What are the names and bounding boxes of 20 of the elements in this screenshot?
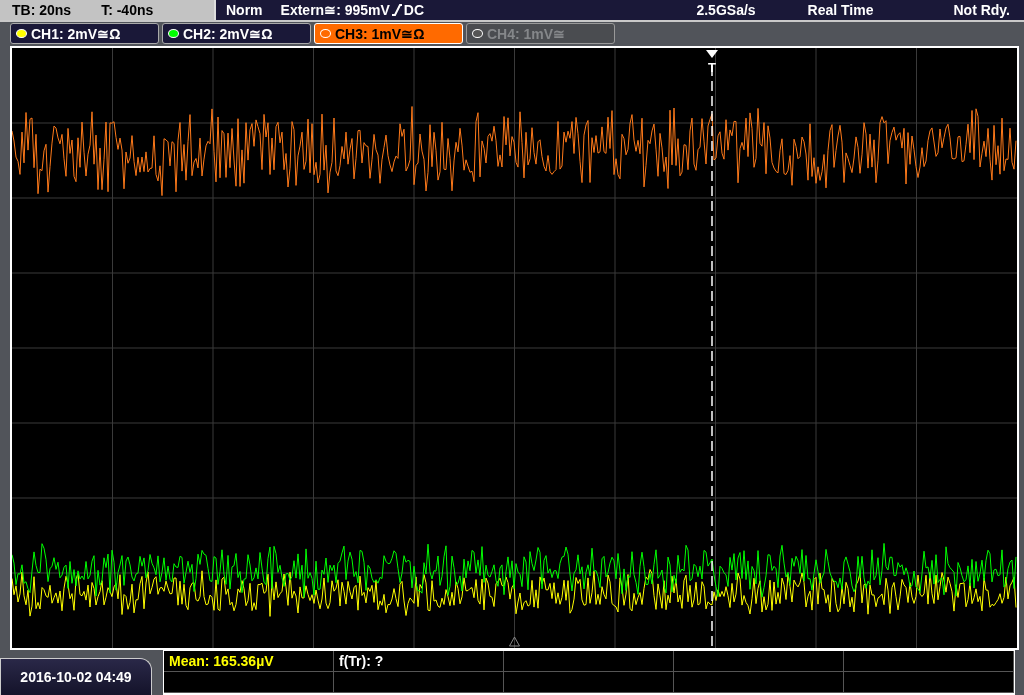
acquisition-status: Not Rdy. bbox=[953, 2, 1010, 18]
trigger-coupling: DC bbox=[403, 2, 425, 18]
trigger-marker-label: T bbox=[708, 60, 716, 75]
measurement-result: Mean: 165.36µV bbox=[169, 653, 274, 669]
channel-tab[interactable]: CH3: 1mV≅Ω bbox=[314, 23, 463, 44]
acquisition-mode: Real Time bbox=[807, 2, 874, 18]
trigger-panel[interactable]: Norm Extern≅: 995mV DC 2.5GSa/s Real Time Not Rdy. bbox=[216, 0, 1024, 20]
trigger-time: T: -40ns bbox=[101, 2, 154, 18]
date-time: 2016-10-02 04:49 bbox=[0, 658, 152, 695]
timebase-panel[interactable]: TB: 20ns T: -40ns bbox=[0, 0, 216, 20]
sample-rate: 2.5GSa/s bbox=[696, 2, 756, 18]
trigger-source: Extern≅: 995mV bbox=[280, 2, 390, 18]
trigger-mode: Norm bbox=[226, 2, 263, 18]
trigger-level-icon bbox=[509, 636, 520, 647]
channel-tab[interactable]: CH2: 2mV≅Ω bbox=[162, 23, 311, 44]
channel-tab[interactable]: CH1: 2mV≅Ω bbox=[10, 23, 159, 44]
rising-edge-icon bbox=[391, 4, 402, 16]
measurement-result: f(Tr): ? bbox=[339, 653, 384, 669]
trigger-position-icon[interactable] bbox=[706, 50, 718, 58]
timebase-value: TB: 20ns bbox=[12, 2, 72, 18]
